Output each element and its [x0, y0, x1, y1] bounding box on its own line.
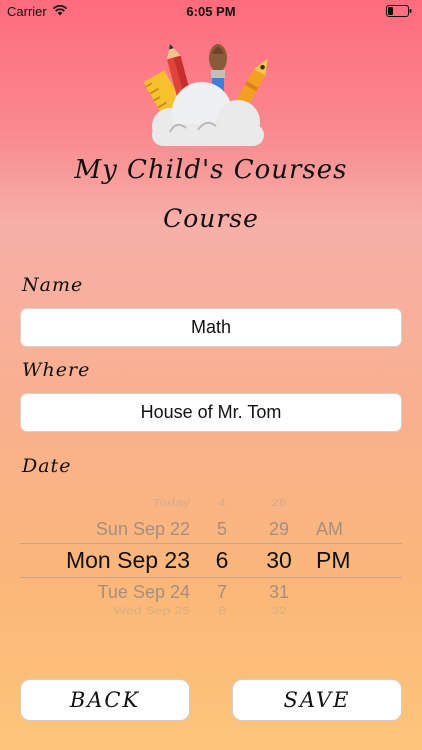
- picker-minute-option[interactable]: 32: [262, 605, 296, 616]
- picker-hour-option[interactable]: 7: [205, 582, 239, 603]
- logo-art-supplies-icon: [143, 43, 268, 146]
- picker-hour-option[interactable]: 8: [205, 605, 239, 616]
- status-bar: Carrier 6:05 PM: [0, 0, 422, 22]
- picker-selection-top-line: [20, 543, 402, 544]
- app-title: My Child's Courses: [74, 155, 348, 185]
- picker-date-option[interactable]: Tue Sep 24: [20, 582, 190, 603]
- picker-selected-date[interactable]: Mon Sep 23: [20, 547, 190, 574]
- where-field[interactable]: House of Mr. Tom: [20, 393, 402, 432]
- picker-selection-bottom-line: [20, 577, 402, 578]
- date-label: Date: [22, 455, 72, 477]
- back-button[interactable]: BACK: [20, 679, 190, 721]
- page-title: Course: [163, 204, 259, 233]
- picker-date-option[interactable]: Wed Sep 25: [20, 605, 190, 616]
- save-button[interactable]: SAVE: [232, 679, 402, 721]
- picker-selected-minute[interactable]: 30: [262, 547, 296, 574]
- picker-minute-option[interactable]: 28: [262, 497, 296, 508]
- picker-date-option[interactable]: Today: [20, 497, 190, 508]
- date-time-picker[interactable]: Today 4 28 Sun Sep 22 5 29 AM Mon Sep 23…: [20, 492, 402, 624]
- picker-date-option[interactable]: Sun Sep 22: [20, 519, 190, 540]
- picker-hour-option[interactable]: 5: [205, 519, 239, 540]
- status-time: 6:05 PM: [186, 4, 236, 19]
- picker-minute-option[interactable]: 29: [262, 519, 296, 540]
- picker-selected-hour[interactable]: 6: [205, 547, 239, 574]
- name-label: Name: [22, 274, 84, 296]
- name-field[interactable]: Math: [20, 308, 402, 347]
- picker-selected-ampm[interactable]: PM: [316, 547, 356, 574]
- picker-minute-option[interactable]: 31: [262, 582, 296, 603]
- picker-ampm-option[interactable]: AM: [316, 519, 356, 540]
- battery-icon: [386, 5, 412, 17]
- picker-hour-option[interactable]: 4: [205, 497, 239, 508]
- where-label: Where: [22, 359, 91, 381]
